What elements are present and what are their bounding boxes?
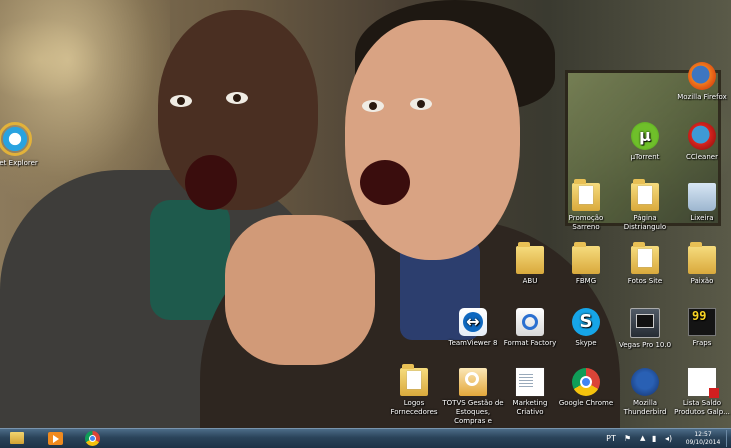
action-center-flag-icon[interactable]: ⚑: [624, 430, 634, 447]
clock-time: 12:57: [694, 431, 712, 438]
desktop-icon-promocao-sarreno[interactable]: Promoção Sarreno: [553, 179, 619, 232]
pdf-document-icon: [688, 368, 719, 398]
chrome-icon: [85, 431, 100, 446]
icon-label: Paixão: [690, 277, 714, 285]
clock[interactable]: 12:57 09/10/2014: [683, 430, 723, 448]
ccleaner-icon: [688, 122, 716, 150]
desktop-icon-fbmg[interactable]: FBMG: [553, 242, 619, 286]
media-player-icon: [48, 432, 63, 445]
desktop-icon-paixao[interactable]: Paixão: [669, 242, 731, 286]
icon-label: Lista Saldo Produtos Galp...: [674, 399, 730, 416]
folder-icon: [572, 179, 600, 211]
wallpaper-eye: [226, 92, 248, 104]
folder-icon: [572, 242, 600, 274]
skype-icon: S: [572, 308, 600, 336]
icon-label: Logos Fornecedores: [390, 399, 438, 416]
clock-date: 09/10/2014: [685, 439, 721, 446]
folder-icon: [516, 242, 544, 274]
show-hidden-icons-icon[interactable]: ▲: [640, 430, 648, 447]
wallpaper-eye: [410, 98, 432, 110]
icon-label: Lixeira: [690, 214, 714, 222]
document-icon: [516, 368, 544, 396]
desktop-icon-mozilla-firefox[interactable]: Mozilla Firefox: [669, 62, 731, 102]
totvs-icon: [459, 368, 487, 396]
desktop-icon-lista-saldo[interactable]: Lista Saldo Produtos Galp...: [669, 368, 731, 417]
language-indicator[interactable]: PT: [604, 430, 618, 447]
wallpaper-hands: [225, 215, 375, 365]
taskbar-chrome-button[interactable]: [82, 430, 104, 447]
icon-label: Google Chrome: [558, 399, 614, 407]
show-desktop-button[interactable]: [726, 430, 731, 447]
windows-explorer-icon: [10, 432, 24, 444]
desktop-icon-internet-explorer[interactable]: rnet Explorer: [0, 122, 48, 168]
utorrent-icon: µ: [631, 122, 659, 150]
icon-label: CCleaner: [686, 153, 718, 161]
format-factory-icon: [516, 308, 544, 336]
desktop-icon-ccleaner[interactable]: CCleaner: [669, 122, 731, 162]
folder-icon: [631, 179, 659, 211]
wallpaper-person-left-shirt: [150, 200, 230, 320]
fraps-icon: 99: [688, 308, 716, 336]
volume-icon[interactable]: ◂): [665, 430, 675, 447]
icon-label: Promoção Sarreno: [568, 214, 604, 231]
taskbar: PT ⚑ ▲ ▮ ◂) 12:57 09/10/2014: [0, 428, 731, 448]
wallpaper-person-left-head: [158, 10, 318, 210]
desktop[interactable]: rnet Explorer Mozilla Firefox µ µTorrent…: [0, 0, 731, 428]
wallpaper-person-right-head: [345, 20, 520, 260]
wallpaper-mouth-left: [185, 155, 237, 210]
network-icon[interactable]: ▮: [652, 430, 662, 447]
desktop-icon-logos-fornecedores[interactable]: Logos Fornecedores: [381, 364, 447, 417]
desktop-icon-lixeira[interactable]: Lixeira: [669, 183, 731, 223]
desktop-icon-google-chrome[interactable]: Google Chrome: [553, 368, 619, 408]
taskbar-windows-explorer-button[interactable]: [7, 430, 27, 447]
icon-label: Skype: [575, 339, 597, 347]
folder-icon: [688, 242, 716, 274]
firefox-icon: [688, 62, 716, 90]
wallpaper-mouth-right: [360, 160, 410, 205]
chrome-icon: [572, 368, 600, 396]
folder-icon: [400, 364, 428, 396]
icon-label: rnet Explorer: [0, 159, 38, 167]
icon-label: FBMG: [575, 277, 597, 285]
taskbar-media-player-button[interactable]: [45, 430, 67, 447]
wallpaper-eye: [170, 95, 192, 107]
wallpaper-eye: [362, 100, 384, 112]
icon-label: Fraps: [692, 339, 712, 347]
internet-explorer-icon: [0, 122, 32, 156]
folder-icon: [631, 242, 659, 274]
thunderbird-icon: [631, 368, 659, 396]
desktop-icon-skype[interactable]: S Skype: [553, 308, 619, 348]
teamviewer-icon: [459, 308, 487, 336]
icon-label: Mozilla Firefox: [677, 93, 727, 101]
vegas-pro-icon: [630, 308, 660, 338]
desktop-icon-fraps[interactable]: 99 Fraps: [669, 308, 731, 348]
recycle-bin-icon: [688, 183, 716, 211]
